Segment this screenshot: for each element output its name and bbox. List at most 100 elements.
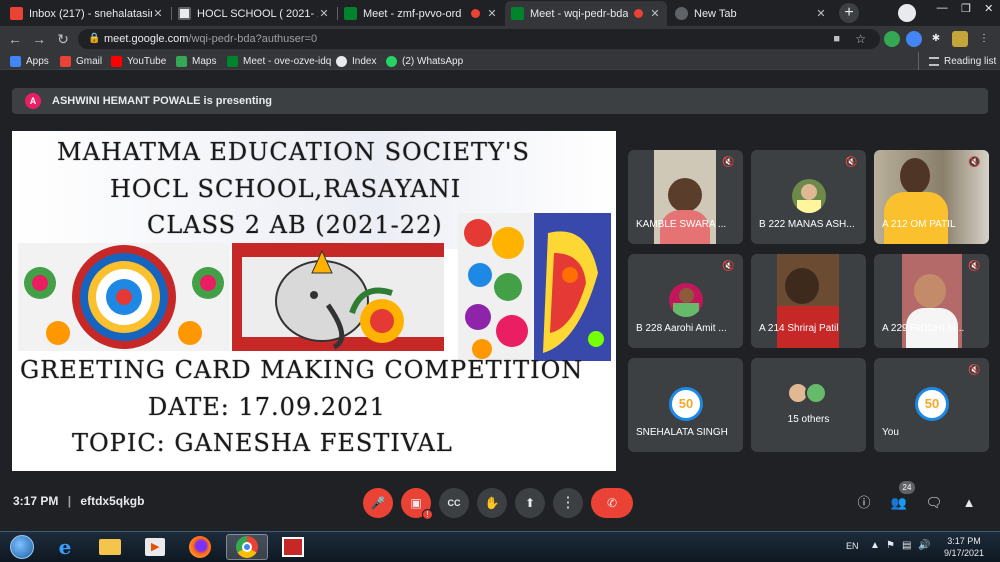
captions-button[interactable]: CC bbox=[439, 488, 469, 518]
extension-icon[interactable] bbox=[906, 31, 922, 47]
activities-icon: ▲ bbox=[962, 495, 976, 510]
participant-tile[interactable]: 🔇 A 229 RIDDHI M... bbox=[874, 254, 989, 348]
presenter-avatar: A bbox=[25, 93, 41, 109]
bookmark-star-icon[interactable]: ☆ bbox=[855, 29, 866, 49]
close-tab-icon[interactable]: ✕ bbox=[152, 7, 164, 20]
participant-tile[interactable]: 🔇 KAMBLE SWARA ... bbox=[628, 150, 743, 244]
present-screen-icon: ⬆ bbox=[524, 496, 536, 510]
minimize-icon[interactable]: — bbox=[937, 2, 948, 20]
captions-icon: CC bbox=[447, 498, 461, 508]
participant-avatar bbox=[792, 179, 826, 213]
school-logo-avatar: 50 bbox=[915, 387, 949, 421]
tab-new-tab[interactable]: New Tab ✕ bbox=[669, 1, 833, 26]
address-bar[interactable]: 🔒 meet.google.com/wqi-pedr-bda?authuser=… bbox=[78, 29, 880, 49]
action-center-icon[interactable]: ⚑ bbox=[886, 540, 895, 551]
raise-hand-icon: ✋ bbox=[484, 496, 500, 510]
taskbar-internet-explorer[interactable]: e bbox=[48, 534, 82, 560]
firefox-icon bbox=[189, 536, 211, 558]
forward-icon[interactable]: → bbox=[30, 30, 48, 48]
more-options-button[interactable]: ⋮ bbox=[553, 488, 583, 518]
participant-name: KAMBLE SWARA ... bbox=[636, 219, 727, 230]
bookmark-youtube[interactable]: YouTube bbox=[111, 54, 166, 68]
extension-grammarly-icon[interactable] bbox=[884, 31, 900, 47]
people-button[interactable]: 👥 24 bbox=[889, 481, 915, 513]
taskbar-firefox[interactable] bbox=[183, 534, 217, 560]
new-tab-button[interactable]: + bbox=[839, 3, 859, 23]
menu-kebab-icon[interactable]: ⋮ bbox=[976, 31, 992, 47]
details-divider: | bbox=[67, 494, 72, 508]
tab-classroom[interactable]: HOCL SCHOOL ( 2021- 22) CL ✕ bbox=[172, 1, 336, 26]
meeting-info-button[interactable]: ⓘ bbox=[854, 493, 874, 513]
tab-title: Inbox (217) - snehalatasingh@ bbox=[29, 7, 152, 20]
participant-tile[interactable]: A 214 Shriraj Patil bbox=[751, 254, 866, 348]
raise-hand-button[interactable]: ✋ bbox=[477, 488, 507, 518]
language-indicator[interactable]: EN bbox=[846, 541, 859, 551]
self-tile[interactable]: 50 🔇 You bbox=[874, 358, 989, 452]
leave-call-button[interactable]: ✆ bbox=[591, 488, 633, 518]
bookmark-meet[interactable]: Meet - ove-ozve-idq bbox=[227, 54, 331, 68]
chat-icon: 🗨 bbox=[925, 495, 943, 510]
slide-society-title: MAHATMA EDUCATION SOCIETY'S bbox=[57, 138, 530, 166]
school-logo-avatar: 50 bbox=[669, 387, 703, 421]
system-clock[interactable]: 3:17 PM 9/17/2021 bbox=[936, 535, 992, 559]
tab-title: Meet - wqi-pedr-bda bbox=[530, 7, 628, 20]
tab-gmail[interactable]: Inbox (217) - snehalatasingh@ ✕ bbox=[4, 1, 170, 26]
back-icon[interactable]: ← bbox=[6, 30, 24, 48]
taskbar-media-player[interactable]: ▶ bbox=[138, 534, 172, 560]
present-now-button[interactable]: ⬆ bbox=[515, 488, 545, 518]
close-tab-icon[interactable]: ✕ bbox=[318, 7, 330, 20]
camera-toggle-button[interactable]: ▣ ! bbox=[401, 488, 433, 520]
presented-slide: MAHATMA EDUCATION SOCIETY'S HOCL SCHOOL,… bbox=[12, 131, 616, 471]
maximize-icon[interactable]: ❐ bbox=[961, 2, 971, 20]
meet-icon bbox=[227, 55, 238, 67]
bookmark-whatsapp[interactable]: (2) WhatsApp bbox=[386, 54, 463, 68]
activities-button[interactable]: ▲ bbox=[959, 493, 979, 513]
internet-explorer-icon: e bbox=[58, 535, 72, 559]
close-tab-icon[interactable]: ✕ bbox=[815, 7, 827, 20]
tab-title: New Tab bbox=[694, 7, 737, 20]
profile-icon[interactable] bbox=[898, 4, 916, 22]
meet-stage: A ASHWINI HEMANT POWALE is presenting MA… bbox=[0, 71, 1000, 531]
globe-icon bbox=[675, 7, 688, 20]
media-player-icon: ▶ bbox=[145, 538, 165, 556]
show-hidden-icons[interactable]: ▲ bbox=[870, 540, 880, 551]
more-options-icon: ⋮ bbox=[560, 494, 576, 511]
taskbar-file-explorer[interactable] bbox=[93, 534, 127, 560]
participant-tile[interactable]: 🔇 B 222 MANAS ASH... bbox=[751, 150, 866, 244]
tab-meet-zmf[interactable]: Meet - zmf-pvvo-ord ✕ bbox=[338, 1, 504, 26]
start-button[interactable] bbox=[2, 534, 42, 560]
reload-icon[interactable]: ↻ bbox=[54, 30, 72, 48]
tab-meet-wqi[interactable]: Meet - wqi-pedr-bda ✕ bbox=[505, 1, 667, 26]
greeting-card-image bbox=[458, 213, 611, 361]
bookmark-maps[interactable]: Maps bbox=[176, 54, 216, 68]
taskbar-chrome[interactable] bbox=[226, 534, 268, 560]
bookmark-apps[interactable]: Apps bbox=[10, 54, 49, 68]
close-tab-icon[interactable]: ✕ bbox=[486, 7, 498, 20]
close-window-icon[interactable]: ✕ bbox=[984, 2, 993, 20]
gmail-icon bbox=[10, 7, 23, 20]
participant-tile[interactable]: 🔇 B 228 Aarohi Amit ... bbox=[628, 254, 743, 348]
mic-off-icon: 🔇 bbox=[968, 261, 981, 272]
microphone-toggle-button[interactable]: 🎤 bbox=[363, 488, 393, 518]
network-icon[interactable]: ▤ bbox=[902, 540, 911, 551]
bookmark-index[interactable]: Index bbox=[336, 54, 376, 68]
youtube-icon bbox=[111, 55, 122, 67]
participant-tile[interactable]: 🔇 A 212 OM PATIL bbox=[874, 150, 989, 244]
apps-grid-icon bbox=[10, 55, 21, 67]
volume-icon[interactable]: 🔊 bbox=[918, 540, 930, 551]
slide-topic: TOPIC: GANESHA FESTIVAL bbox=[72, 429, 453, 457]
taskbar-app[interactable] bbox=[273, 534, 313, 560]
chrome-icon bbox=[236, 536, 258, 558]
browser-toolbar: ← → ↻ 🔒 meet.google.com/wqi-pedr-bda?aut… bbox=[0, 26, 1000, 52]
others-tile[interactable]: 15 others bbox=[751, 358, 866, 452]
bookmark-gmail[interactable]: Gmail bbox=[60, 54, 102, 68]
meeting-time: 3:17 PM bbox=[13, 494, 59, 508]
end-call-icon: ✆ bbox=[606, 496, 618, 510]
profile-avatar-icon[interactable] bbox=[952, 31, 968, 47]
extensions-puzzle-icon[interactable]: ✱ bbox=[928, 31, 944, 47]
participant-tile[interactable]: 50 SNEHALATA SINGH bbox=[628, 358, 743, 452]
camera-in-use-icon[interactable]: ■ bbox=[833, 29, 840, 49]
close-tab-icon[interactable]: ✕ bbox=[649, 7, 661, 20]
reading-list-button[interactable]: Reading list bbox=[918, 52, 996, 70]
chat-button[interactable]: 🗨 bbox=[924, 493, 944, 513]
